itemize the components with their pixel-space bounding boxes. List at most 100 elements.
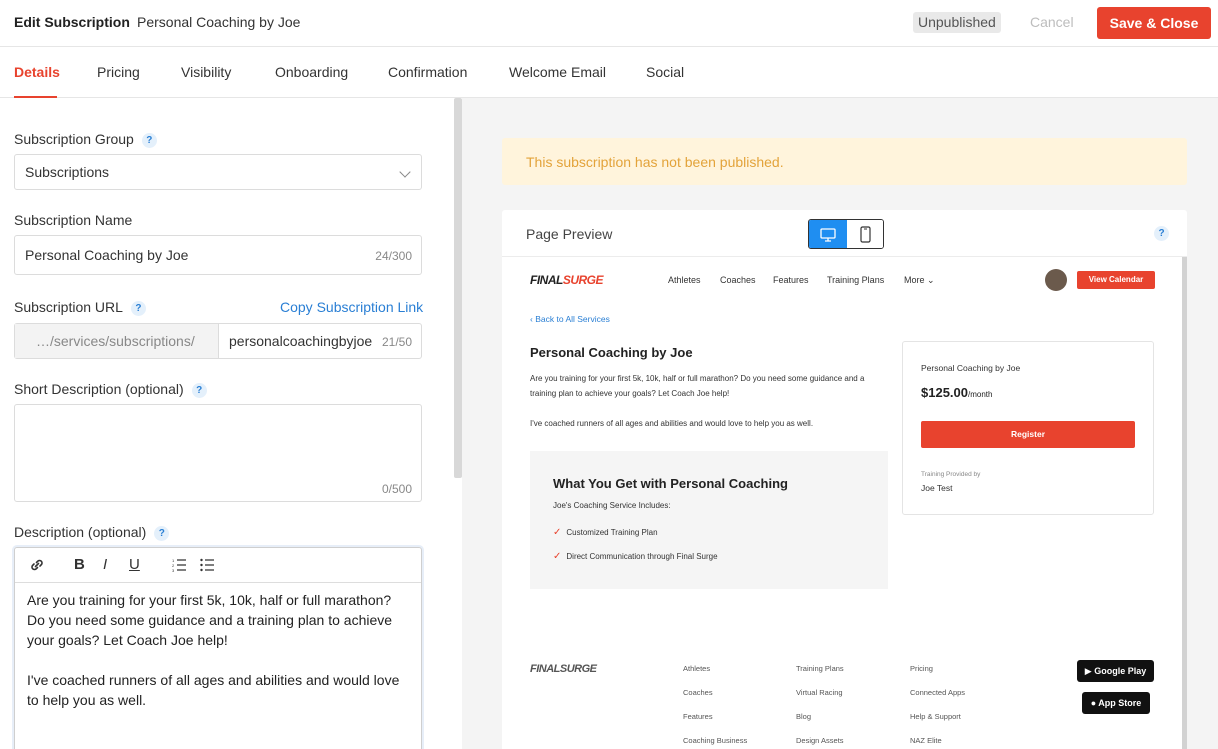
benefits-title: What You Get with Personal Coaching [553, 476, 788, 491]
details-form: Subscription Group? Subscriptions Subscr… [0, 98, 462, 749]
copy-subscription-link[interactable]: Copy Subscription Link [280, 299, 423, 315]
subscription-title: Personal Coaching by Joe [137, 14, 301, 30]
nav-more[interactable]: More ⌄ [904, 275, 935, 286]
tab-confirmation[interactable]: Confirmation [388, 64, 467, 80]
preview-title: Page Preview [526, 226, 613, 242]
preview-scrollbar[interactable] [1182, 257, 1187, 749]
help-icon[interactable]: ? [141, 133, 157, 148]
subscription-name-input[interactable]: Personal Coaching by Joe 24/300 [14, 235, 422, 275]
description-label: Description (optional)? [14, 524, 170, 541]
tab-pricing[interactable]: Pricing [97, 64, 140, 80]
list-item: ✓ Customized Training Plan [553, 527, 658, 538]
footer-link[interactable]: Features [683, 712, 713, 721]
nav-training-plans[interactable]: Training Plans [827, 275, 884, 285]
tab-visibility[interactable]: Visibility [181, 64, 231, 80]
register-button[interactable]: Register [921, 421, 1135, 448]
footer-link[interactable]: Help & Support [910, 712, 961, 721]
short-description-label: Short Description (optional)? [14, 381, 207, 398]
list-item: ✓ Direct Communication through Final Surg… [553, 551, 718, 562]
tab-bar: Details Pricing Visibility Onboarding Co… [0, 48, 1218, 98]
preview-panel: This subscription has not been published… [462, 98, 1218, 749]
tab-onboarding[interactable]: Onboarding [275, 64, 348, 80]
tab-social[interactable]: Social [646, 64, 684, 80]
short-char-count: 0/500 [381, 482, 412, 496]
device-toggle [808, 219, 884, 249]
desktop-view-button[interactable] [809, 220, 847, 248]
svg-text:3: 3 [172, 568, 175, 572]
footer-link[interactable]: Connected Apps [910, 688, 965, 697]
check-icon: ✓ [553, 551, 562, 562]
service-title: Personal Coaching by Joe [530, 345, 693, 360]
footer-link[interactable]: Coaching Business [683, 736, 747, 745]
provided-by-label: Training Provided by [921, 471, 981, 478]
url-prefix: …/services/subscriptions/ [15, 324, 219, 358]
subscription-url-input[interactable]: personalcoachingbyjoe [229, 333, 372, 349]
description-paragraph-1: Are you training for your first 5k, 10k,… [27, 592, 393, 648]
subscription-name-value: Personal Coaching by Joe [25, 247, 189, 263]
url-char-count: 21/50 [381, 335, 412, 349]
service-description: Are you training for your first 5k, 10k,… [530, 374, 865, 428]
subscription-group-select[interactable]: Subscriptions [14, 154, 422, 190]
footer-link[interactable]: Design Assets [796, 736, 844, 745]
tab-welcome-email[interactable]: Welcome Email [509, 64, 606, 80]
app-store-badge[interactable]: ● App Store [1082, 692, 1150, 714]
site-preview: FINALSURGE Athletes Coaches Features Tra… [502, 257, 1182, 749]
page-title: Edit Subscription [14, 14, 130, 30]
subscription-url-field: …/services/subscriptions/ personalcoachi… [14, 323, 422, 359]
play-icon: ▶ [1084, 666, 1095, 676]
provider-name: Joe Test [921, 483, 953, 493]
tab-details[interactable]: Details [14, 64, 60, 80]
google-play-badge[interactable]: ▶ Google Play [1077, 660, 1154, 682]
subscription-url-label: Subscription URL? [14, 299, 146, 316]
underline-button[interactable]: U [129, 556, 140, 573]
footer-link[interactable]: Virtual Racing [796, 688, 843, 697]
footer-link[interactable]: Pricing [910, 664, 933, 673]
footer-link[interactable]: NAZ Elite [910, 736, 942, 745]
preview-header: Page Preview ? [502, 210, 1187, 257]
bullet-list-icon[interactable] [200, 558, 215, 577]
description-content[interactable]: Are you training for your first 5k, 10k,… [27, 590, 412, 710]
italic-button[interactable]: I [103, 556, 107, 573]
chevron-down-icon: ⌄ [927, 275, 935, 285]
preview-help-icon[interactable]: ? [1154, 226, 1169, 241]
pricing-card: Personal Coaching by Joe $125.00/month R… [902, 341, 1154, 515]
footer-link[interactable]: Coaches [683, 688, 713, 697]
nav-features[interactable]: Features [773, 275, 809, 285]
nav-coaches[interactable]: Coaches [720, 275, 756, 285]
ordered-list-icon[interactable]: 123 [172, 558, 187, 577]
mobile-view-button[interactable] [847, 220, 883, 248]
footer-link[interactable]: Blog [796, 712, 811, 721]
link-icon[interactable] [29, 557, 45, 578]
subscription-group-value: Subscriptions [25, 164, 110, 180]
footer-link[interactable]: Training Plans [796, 664, 844, 673]
subscription-group-label: Subscription Group? [14, 131, 157, 148]
name-char-count: 24/300 [375, 249, 412, 263]
cancel-button[interactable]: Cancel [1030, 14, 1074, 30]
form-scrollbar[interactable] [454, 98, 462, 478]
footer-logo: FINALSURGE [530, 663, 597, 675]
top-bar: Edit Subscription Personal Coaching by J… [0, 0, 1218, 47]
view-calendar-button[interactable]: View Calendar [1077, 271, 1155, 289]
status-badge: Unpublished [913, 12, 1001, 33]
bold-button[interactable]: B [74, 556, 85, 573]
chevron-down-icon [399, 166, 411, 178]
help-icon[interactable]: ? [154, 526, 170, 541]
page-preview: Page Preview ? FINALSURGE Athletes Coach… [502, 210, 1187, 749]
short-description-textarea[interactable]: 0/500 [14, 404, 422, 502]
help-icon[interactable]: ? [130, 301, 146, 316]
help-icon[interactable]: ? [191, 383, 207, 398]
unpublished-alert: This subscription has not been published… [502, 138, 1187, 185]
editor-toolbar: B I U 123 [15, 548, 421, 583]
nav-athletes[interactable]: Athletes [668, 275, 701, 285]
footer-link[interactable]: Athletes [683, 664, 710, 673]
description-editor[interactable]: B I U 123 Are you training for your firs… [14, 547, 422, 749]
avatar[interactable] [1045, 269, 1067, 291]
benefits-subtitle: Joe's Coaching Service Includes: [553, 501, 671, 510]
benefits-box: What You Get with Personal Coaching Joe'… [530, 451, 888, 589]
final-surge-logo: FINALSURGE [530, 273, 604, 287]
back-to-services-link[interactable]: ‹ Back to All Services [530, 314, 610, 324]
mobile-icon [860, 226, 871, 243]
save-close-button[interactable]: Save & Close [1097, 7, 1211, 39]
description-paragraph-2: I've coached runners of all ages and abi… [27, 672, 400, 708]
url-prefix-text: …/services/subscriptions/ [36, 333, 195, 349]
